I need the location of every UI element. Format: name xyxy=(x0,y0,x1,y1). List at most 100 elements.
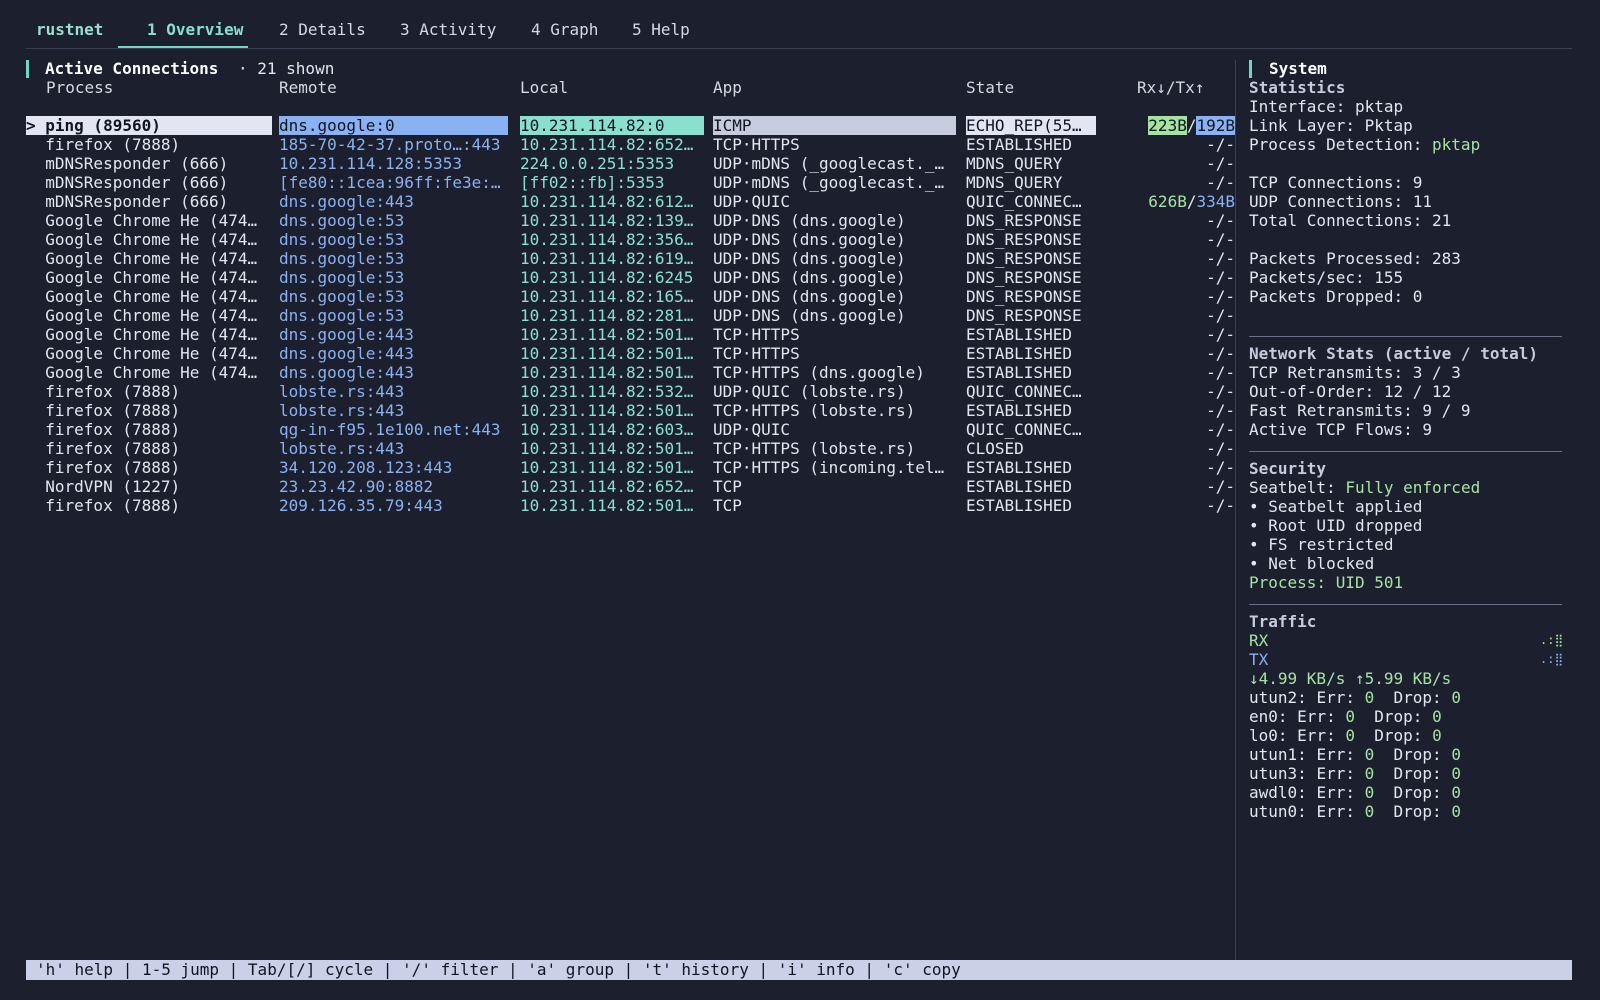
security-heading: Security xyxy=(1249,459,1327,478)
remote-cell: dns.google:443 xyxy=(279,344,414,363)
app-cell: ICMP xyxy=(713,116,956,135)
rxtx-cell: -/- xyxy=(1101,173,1235,192)
security-bullet: • Net blocked xyxy=(1249,554,1375,573)
header-divider xyxy=(26,48,1572,49)
remote-cell: dns.google:53 xyxy=(279,268,405,287)
process-cell: Google Chrome He (474… xyxy=(26,287,258,306)
table-row[interactable]: firefox (7888) lobste.rs:443 10.231.114.82… xyxy=(26,439,1235,458)
column-header-state[interactable]: State xyxy=(966,78,1014,97)
table-row[interactable]: Google Chrome He (474… dns.google:53 10.23… xyxy=(26,268,1235,287)
table-row[interactable]: Google Chrome He (474… dns.google:53 10.23… xyxy=(26,287,1235,306)
tx-value: 334B xyxy=(1196,192,1235,211)
process-cell: mDNSResponder (666) xyxy=(26,173,229,192)
local-cell: 10.231.114.82:356… xyxy=(520,230,694,249)
tx-value: - xyxy=(1225,211,1235,230)
table-row[interactable]: Google Chrome He (474… dns.google:53 10.23… xyxy=(26,230,1235,249)
column-header-local[interactable]: Local xyxy=(520,78,568,97)
tab-help[interactable]: 5 Help xyxy=(632,20,690,39)
state-cell: QUIC_CONNEC… xyxy=(966,382,1082,401)
table-row[interactable]: firefox (7888) 34.120.208.123:443 10.231.1… xyxy=(26,458,1235,477)
table-row[interactable]: Google Chrome He (474… dns.google:53 10.23… xyxy=(26,306,1235,325)
table-row[interactable]: firefox (7888) lobste.rs:443 10.231.114.82… xyxy=(26,382,1235,401)
table-row[interactable]: Google Chrome He (474… dns.google:53 10.23… xyxy=(26,249,1235,268)
local-cell: 10.231.114.82:603… xyxy=(520,420,694,439)
table-row[interactable]: mDNSResponder (666) 10.231.114.128:5353 22… xyxy=(26,154,1235,173)
active-tcp-flows-stat: Active TCP Flows: 9 xyxy=(1249,420,1433,439)
err-count: 0 xyxy=(1364,783,1375,802)
tx-value: - xyxy=(1225,268,1235,287)
local-cell: 10.231.114.82:501… xyxy=(520,344,694,363)
process-cell: Google Chrome He (474… xyxy=(26,268,258,287)
process-cell: firefox (7888) xyxy=(26,496,181,515)
rxtx-separator: / xyxy=(1215,249,1226,268)
rxtx-separator: / xyxy=(1215,211,1226,230)
app-cell: UDP·DNS (dns.google) xyxy=(713,211,906,230)
traffic-heading: Traffic xyxy=(1249,612,1317,631)
column-header-rxtx[interactable]: Rx↓/Tx↑ xyxy=(1137,78,1204,97)
table-row[interactable]: Google Chrome He (474… dns.google:443 10.2… xyxy=(26,344,1235,363)
err-count: 0 xyxy=(1364,802,1375,821)
table-row[interactable]: Google Chrome He (474… dns.google:53 10.23… xyxy=(26,211,1235,230)
remote-cell: lobste.rs:443 xyxy=(279,401,405,420)
drop-label: Drop: xyxy=(1393,688,1442,707)
rxtx-cell: -/- xyxy=(1101,401,1235,420)
seatbelt-status: Seatbelt: Fully enforced xyxy=(1249,478,1481,497)
tcp-connections-stat: TCP Connections: 9 xyxy=(1249,173,1423,192)
rx-value: - xyxy=(1206,268,1216,287)
local-cell: 10.231.114.82:612… xyxy=(520,192,694,211)
remote-cell: dns.google:443 xyxy=(279,192,414,211)
table-row[interactable]: > ping (89560) dns.google:0 10.231.114.82:… xyxy=(26,116,1235,135)
state-cell: QUIC_CONNEC… xyxy=(966,420,1082,439)
process-cell: firefox (7888) xyxy=(26,439,181,458)
keyboard-hints: 'h' help | 1-5 jump | Tab/[/] cycle | '/… xyxy=(36,960,961,979)
rxtx-cell: 223B/192B xyxy=(1101,116,1235,135)
rxtx-cell: -/- xyxy=(1101,363,1235,382)
state-cell: ESTABLISHED xyxy=(966,496,1072,515)
rx-value: - xyxy=(1206,458,1216,477)
link-layer-stat: Link Layer: Pktap xyxy=(1249,116,1413,135)
tab-activity[interactable]: 3 Activity xyxy=(400,20,496,39)
local-cell: 10.231.114.82:532… xyxy=(520,382,694,401)
table-row[interactable]: Google Chrome He (474… dns.google:443 10.2… xyxy=(26,363,1235,382)
tab-graph[interactable]: 4 Graph xyxy=(531,20,598,39)
column-header-remote[interactable]: Remote xyxy=(279,78,337,97)
table-row[interactable]: firefox (7888) lobste.rs:443 10.231.114.82… xyxy=(26,401,1235,420)
local-cell: 10.231.114.82:501… xyxy=(520,401,694,420)
tx-value: - xyxy=(1225,477,1235,496)
interface-name: utun3: xyxy=(1249,764,1307,783)
rxtx-cell: -/- xyxy=(1101,287,1235,306)
tab-details[interactable]: 2 Details xyxy=(279,20,366,39)
app-cell: TCP xyxy=(713,477,742,496)
tab-overview[interactable]: 1 Overview xyxy=(147,20,243,39)
remote-cell: dns.google:53 xyxy=(279,211,405,230)
column-header-process[interactable]: Process xyxy=(46,78,113,97)
panel-accent-bar xyxy=(26,60,29,78)
state-cell: ESTABLISHED xyxy=(966,363,1072,382)
drop-label: Drop: xyxy=(1393,783,1442,802)
err-label: Err: xyxy=(1316,802,1355,821)
app-cell: TCP xyxy=(713,496,742,515)
process-cell: Google Chrome He (474… xyxy=(26,249,258,268)
table-row[interactable]: NordVPN (1227) 23.23.42.90:8882 10.231.114… xyxy=(26,477,1235,496)
rxtx-separator: / xyxy=(1215,439,1226,458)
table-row[interactable]: firefox (7888) 209.126.35.79:443 10.231.11… xyxy=(26,496,1235,515)
section-divider xyxy=(1249,336,1562,337)
tx-value: - xyxy=(1225,135,1235,154)
rx-value: - xyxy=(1206,382,1216,401)
column-header-app[interactable]: App xyxy=(713,78,742,97)
err-count: 0 xyxy=(1364,745,1375,764)
state-cell: DNS_RESPONSE xyxy=(966,211,1082,230)
table-row[interactable]: firefox (7888) qg-in-f95.1e100.net:443 10.… xyxy=(26,420,1235,439)
rxtx-cell: -/- xyxy=(1101,135,1235,154)
table-row[interactable]: mDNSResponder (666) dns.google:443 10.231.… xyxy=(26,192,1235,211)
rx-value: - xyxy=(1206,344,1216,363)
table-row[interactable]: firefox (7888) 185-70-42-37.proto…:443 10.… xyxy=(26,135,1235,154)
local-cell: 10.231.114.82:652… xyxy=(520,135,694,154)
rxtx-cell: -/- xyxy=(1101,458,1235,477)
rxtx-separator: / xyxy=(1215,306,1226,325)
interface-name: lo0: xyxy=(1249,726,1288,745)
table-row[interactable]: Google Chrome He (474… dns.google:443 10.2… xyxy=(26,325,1235,344)
table-row[interactable]: mDNSResponder (666) [fe80::1cea:96ff:fe3e… xyxy=(26,173,1235,192)
section-divider xyxy=(1249,451,1562,452)
remote-cell: dns.google:53 xyxy=(279,287,405,306)
